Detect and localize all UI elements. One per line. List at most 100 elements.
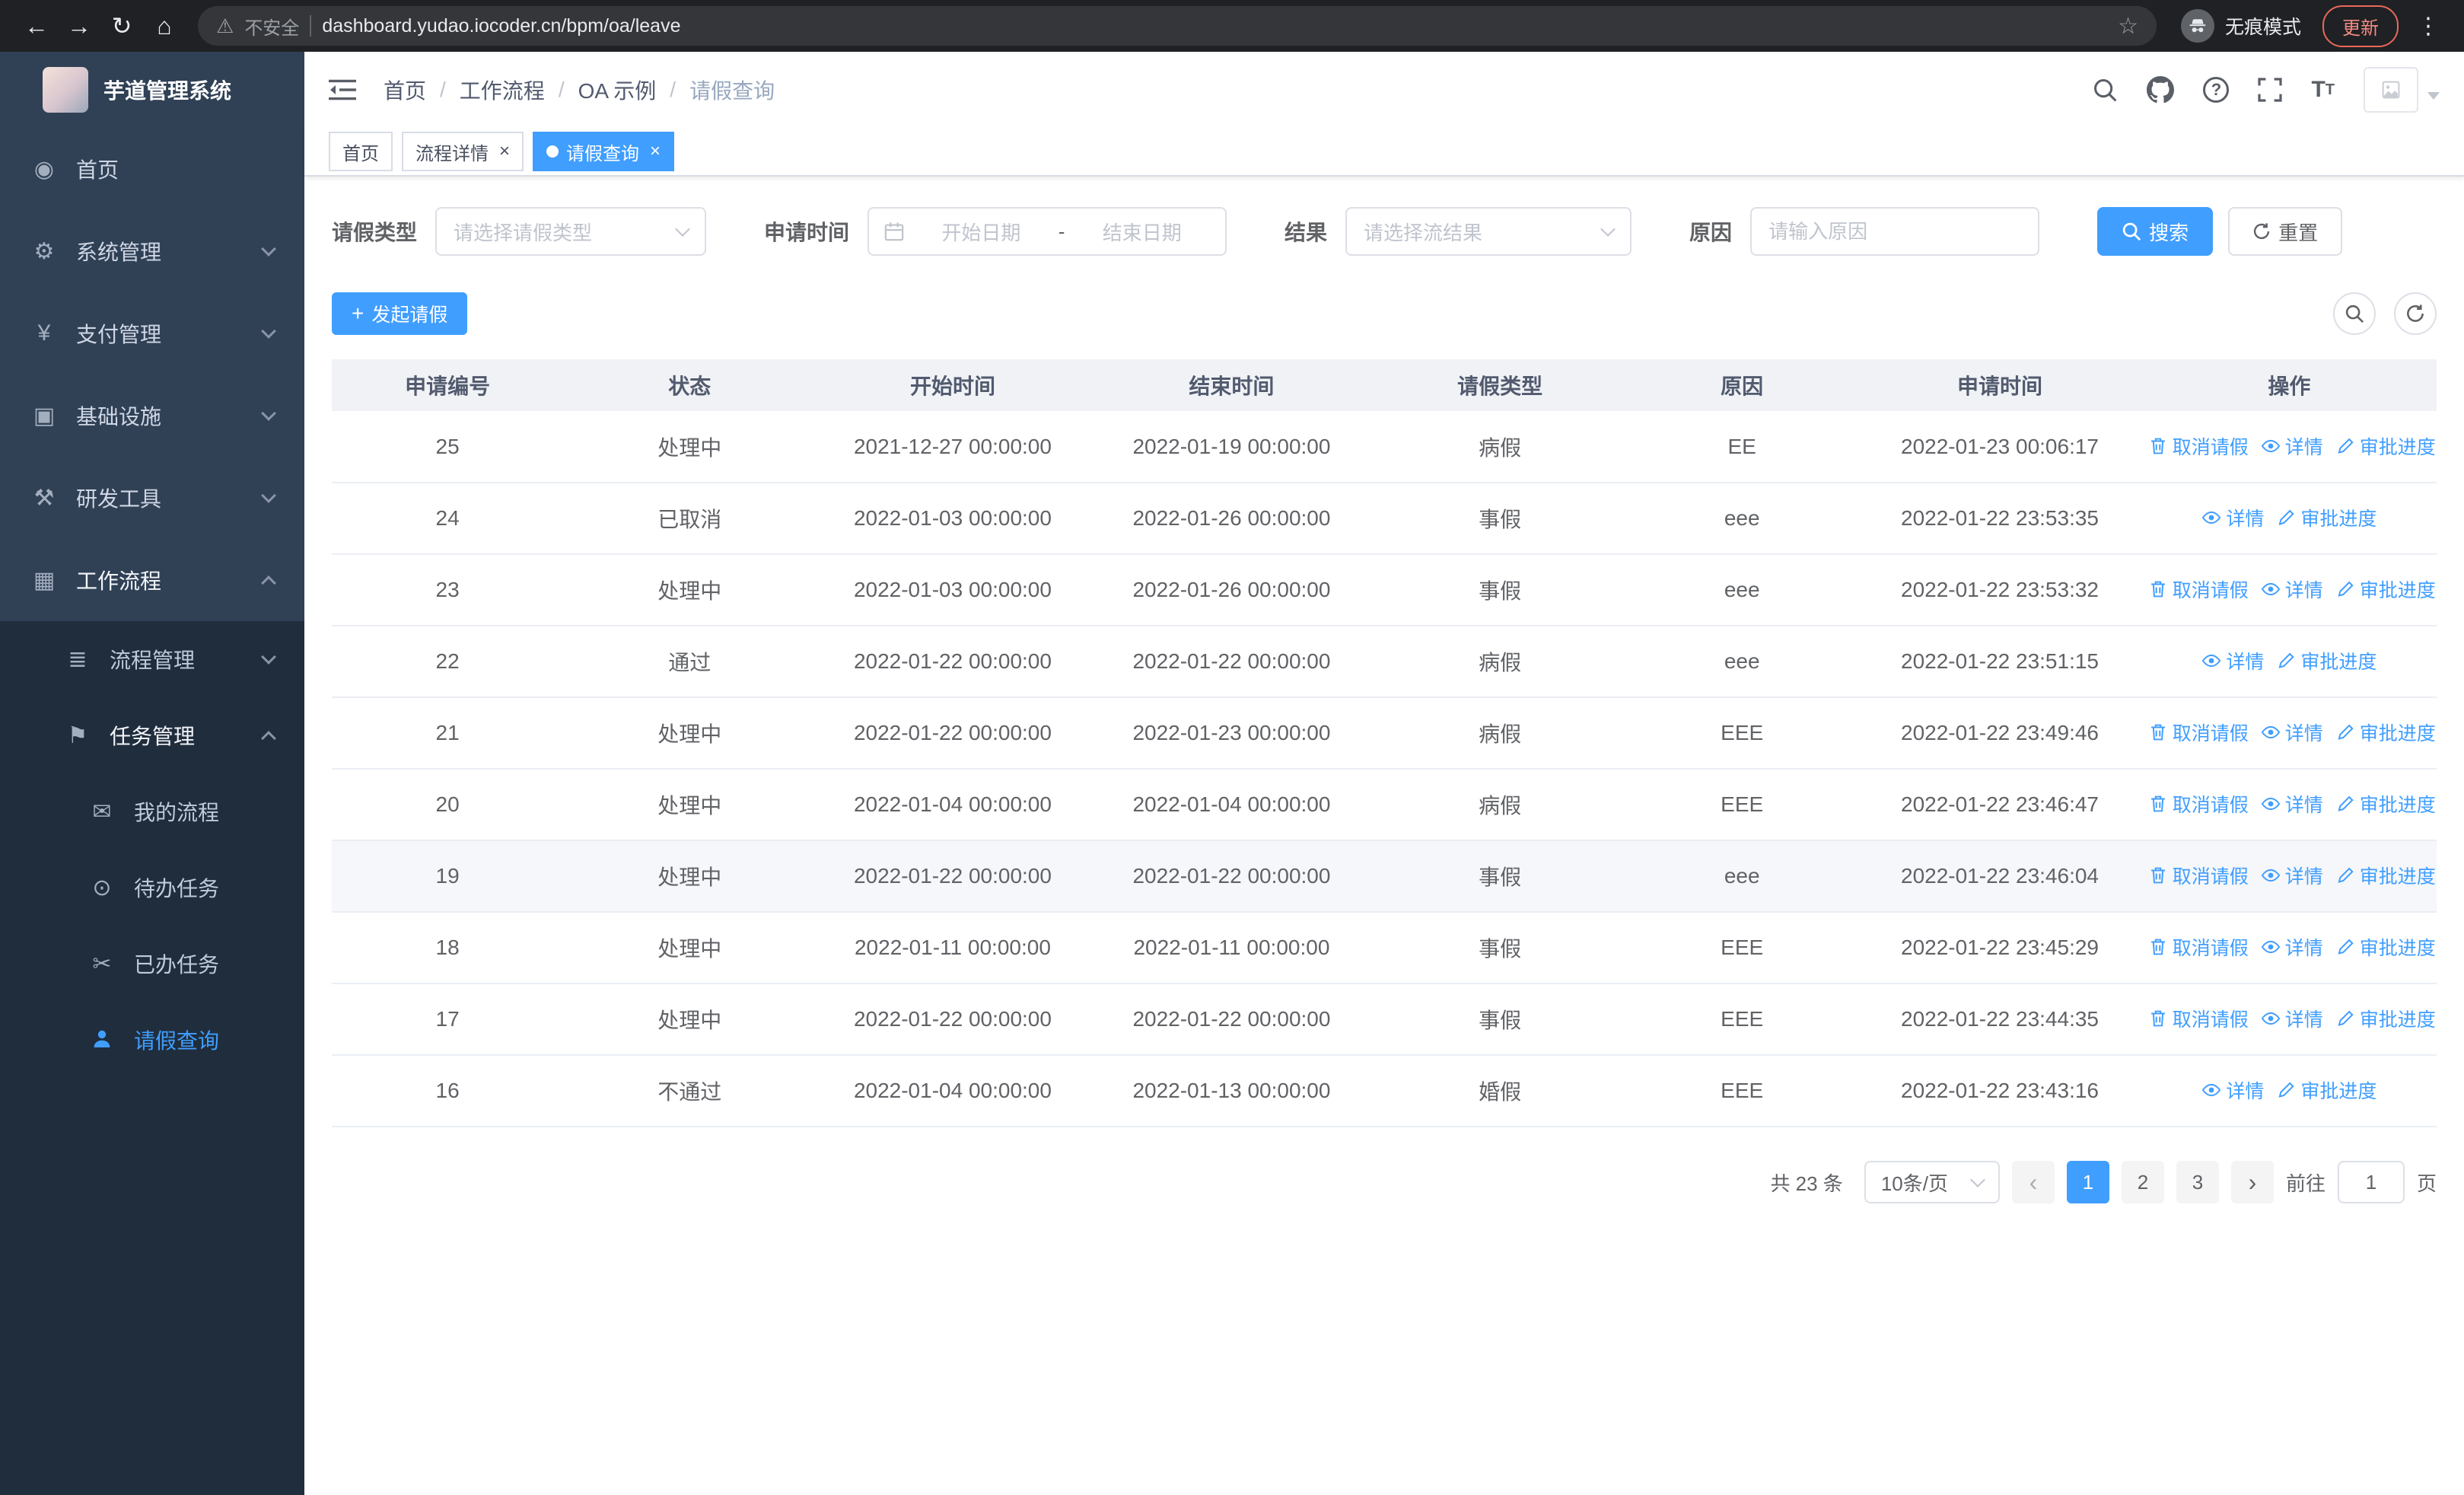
flag-icon: ⚑: [67, 722, 88, 748]
sidebar-item-workflow[interactable]: ▦ 工作流程: [0, 539, 304, 621]
column-header: 申请时间: [1858, 359, 2142, 411]
apply-time-range-picker[interactable]: 开始日期 - 结束日期: [867, 207, 1227, 256]
sidebar-item-task-management[interactable]: ⚑ 任务管理: [0, 697, 304, 773]
breadcrumb-item[interactable]: 首页: [384, 75, 426, 105]
sidebar-item-label: 流程管理: [110, 649, 196, 672]
reset-button[interactable]: 重置: [2228, 207, 2343, 256]
breadcrumb-item[interactable]: OA 示例: [578, 75, 657, 105]
forward-icon[interactable]: →: [58, 5, 100, 47]
back-icon[interactable]: ←: [15, 5, 58, 47]
cell-leave-type: 事假: [1374, 912, 1627, 984]
sidebar-item-my-processes[interactable]: ✉ 我的流程: [0, 773, 304, 850]
result-select[interactable]: 请选择流结果: [1345, 207, 1632, 256]
github-icon[interactable]: [2147, 76, 2175, 104]
create-leave-button[interactable]: + 发起请假: [332, 292, 468, 335]
approval-progress-link[interactable]: 审批进度: [2335, 1005, 2436, 1032]
detail-link[interactable]: 详情: [2261, 1005, 2323, 1032]
close-tab-icon[interactable]: ×: [499, 141, 510, 162]
approval-progress-link[interactable]: 审批进度: [2335, 575, 2436, 603]
end-date-placeholder: 结束日期: [1102, 221, 1182, 244]
collapse-sidebar-icon[interactable]: [329, 79, 362, 100]
cell-apply-time: 2022-01-22 23:44:35: [1858, 983, 2142, 1056]
approval-progress-link[interactable]: 审批进度: [2335, 862, 2436, 889]
create-leave-label: 发起请假: [371, 304, 448, 326]
next-page-button[interactable]: ›: [2230, 1161, 2274, 1203]
cancel-leave-link[interactable]: 取消请假: [2148, 933, 2249, 961]
help-icon[interactable]: ?: [2203, 77, 2230, 103]
fullscreen-icon[interactable]: [2258, 78, 2283, 102]
cancel-leave-link[interactable]: 取消请假: [2148, 719, 2249, 746]
chevron-down-icon: [1600, 222, 1616, 237]
approval-progress-link[interactable]: 审批进度: [2335, 790, 2436, 818]
tab-item[interactable]: 首页: [329, 132, 393, 171]
edit-icon: [2335, 579, 2355, 599]
cancel-leave-link[interactable]: 取消请假: [2148, 1005, 2249, 1032]
reason-input[interactable]: [1750, 207, 2040, 256]
cell-start-time: 2022-01-04 00:00:00: [816, 1055, 1090, 1127]
action-label: 审批进度: [2359, 795, 2436, 816]
approval-progress-link[interactable]: 审批进度: [2335, 432, 2436, 460]
detail-link[interactable]: 详情: [2261, 862, 2323, 889]
table-toolbar: + 发起请假: [332, 292, 2437, 335]
plus-icon: +: [352, 301, 365, 325]
page-button-1[interactable]: 1: [2066, 1161, 2109, 1203]
approval-progress-link[interactable]: 审批进度: [2276, 1076, 2376, 1104]
reload-icon[interactable]: ↻: [100, 5, 143, 47]
sidebar-item-dev-tools[interactable]: ⚒ 研发工具: [0, 457, 304, 539]
cell-reason: EEE: [1626, 769, 1858, 841]
update-button[interactable]: 更新: [2322, 5, 2399, 47]
cell-actions: 取消请假 详情 审批进度: [2141, 912, 2437, 984]
url-bar[interactable]: ⚠ 不安全 dashboard.yudao.iocoder.cn/bpm/oa/…: [198, 6, 2157, 46]
bookmark-icon[interactable]: ☆: [2118, 13, 2138, 40]
detail-link[interactable]: 详情: [2261, 933, 2323, 961]
sidebar-item-process-management[interactable]: ≣ 流程管理: [0, 621, 304, 697]
browser-menu-icon[interactable]: ⋮: [2408, 13, 2449, 40]
tab-bar: 首页 流程详情 × 请假查询 ×: [304, 128, 2464, 177]
page-button-3[interactable]: 3: [2176, 1161, 2219, 1203]
prev-page-button[interactable]: ‹: [2011, 1161, 2055, 1203]
detail-link[interactable]: 详情: [2261, 790, 2323, 818]
detail-link[interactable]: 详情: [2201, 1076, 2264, 1104]
chevron-down-icon: [261, 649, 276, 665]
page-button-2[interactable]: 2: [2121, 1161, 2164, 1203]
goto-page-input[interactable]: [2337, 1161, 2405, 1203]
approval-progress-link[interactable]: 审批进度: [2276, 504, 2376, 531]
apply-time-group: 申请时间 开始日期 - 结束日期: [764, 207, 1227, 256]
tab-item[interactable]: 流程详情 ×: [402, 132, 524, 171]
user-menu[interactable]: [2364, 67, 2440, 113]
sidebar-item-home[interactable]: ◉ 首页: [0, 128, 304, 210]
cancel-leave-link[interactable]: 取消请假: [2148, 790, 2249, 818]
cancel-leave-link[interactable]: 取消请假: [2148, 432, 2249, 460]
approval-progress-link[interactable]: 审批进度: [2276, 647, 2376, 674]
sidebar-item-system-management[interactable]: ⚙ 系统管理: [0, 210, 304, 292]
leave-type-select[interactable]: 请选择请假类型: [435, 207, 707, 256]
cancel-leave-link[interactable]: 取消请假: [2148, 575, 2249, 603]
sidebar-item-todo-tasks[interactable]: ⊙ 待办任务: [0, 850, 304, 926]
search-button[interactable]: 搜索: [2097, 207, 2214, 256]
approval-progress-link[interactable]: 审批进度: [2335, 719, 2436, 746]
tab-label: 请假查询: [566, 143, 640, 164]
sidebar-item-leave-query[interactable]: 请假查询: [0, 1002, 304, 1078]
detail-link[interactable]: 详情: [2201, 647, 2264, 674]
close-tab-icon[interactable]: ×: [650, 141, 661, 162]
sidebar-item-payment-management[interactable]: ¥ 支付管理: [0, 292, 304, 375]
approval-progress-link[interactable]: 审批进度: [2335, 933, 2436, 961]
search-icon[interactable]: [2092, 77, 2118, 103]
detail-link[interactable]: 详情: [2201, 504, 2264, 531]
detail-link[interactable]: 详情: [2261, 575, 2323, 603]
font-size-icon[interactable]: TT: [2311, 77, 2335, 103]
toggle-search-button[interactable]: [2333, 292, 2376, 335]
detail-link[interactable]: 详情: [2261, 719, 2323, 746]
breadcrumb-item[interactable]: 工作流程: [460, 75, 545, 105]
sidebar-item-done-tasks[interactable]: ✂ 已办任务: [0, 926, 304, 1002]
cancel-leave-link[interactable]: 取消请假: [2148, 862, 2249, 889]
action-label: 取消请假: [2172, 795, 2249, 816]
home-icon[interactable]: ⌂: [143, 5, 186, 47]
sidebar-item-infrastructure[interactable]: ▣ 基础设施: [0, 375, 304, 457]
cell-reason: eee: [1626, 840, 1858, 913]
refresh-table-button[interactable]: [2394, 292, 2437, 335]
tab-item[interactable]: 请假查询 ×: [533, 132, 675, 171]
page-size-select[interactable]: 10条/页: [1864, 1161, 2000, 1203]
breadcrumb-separator: /: [558, 78, 565, 101]
detail-link[interactable]: 详情: [2261, 432, 2323, 460]
